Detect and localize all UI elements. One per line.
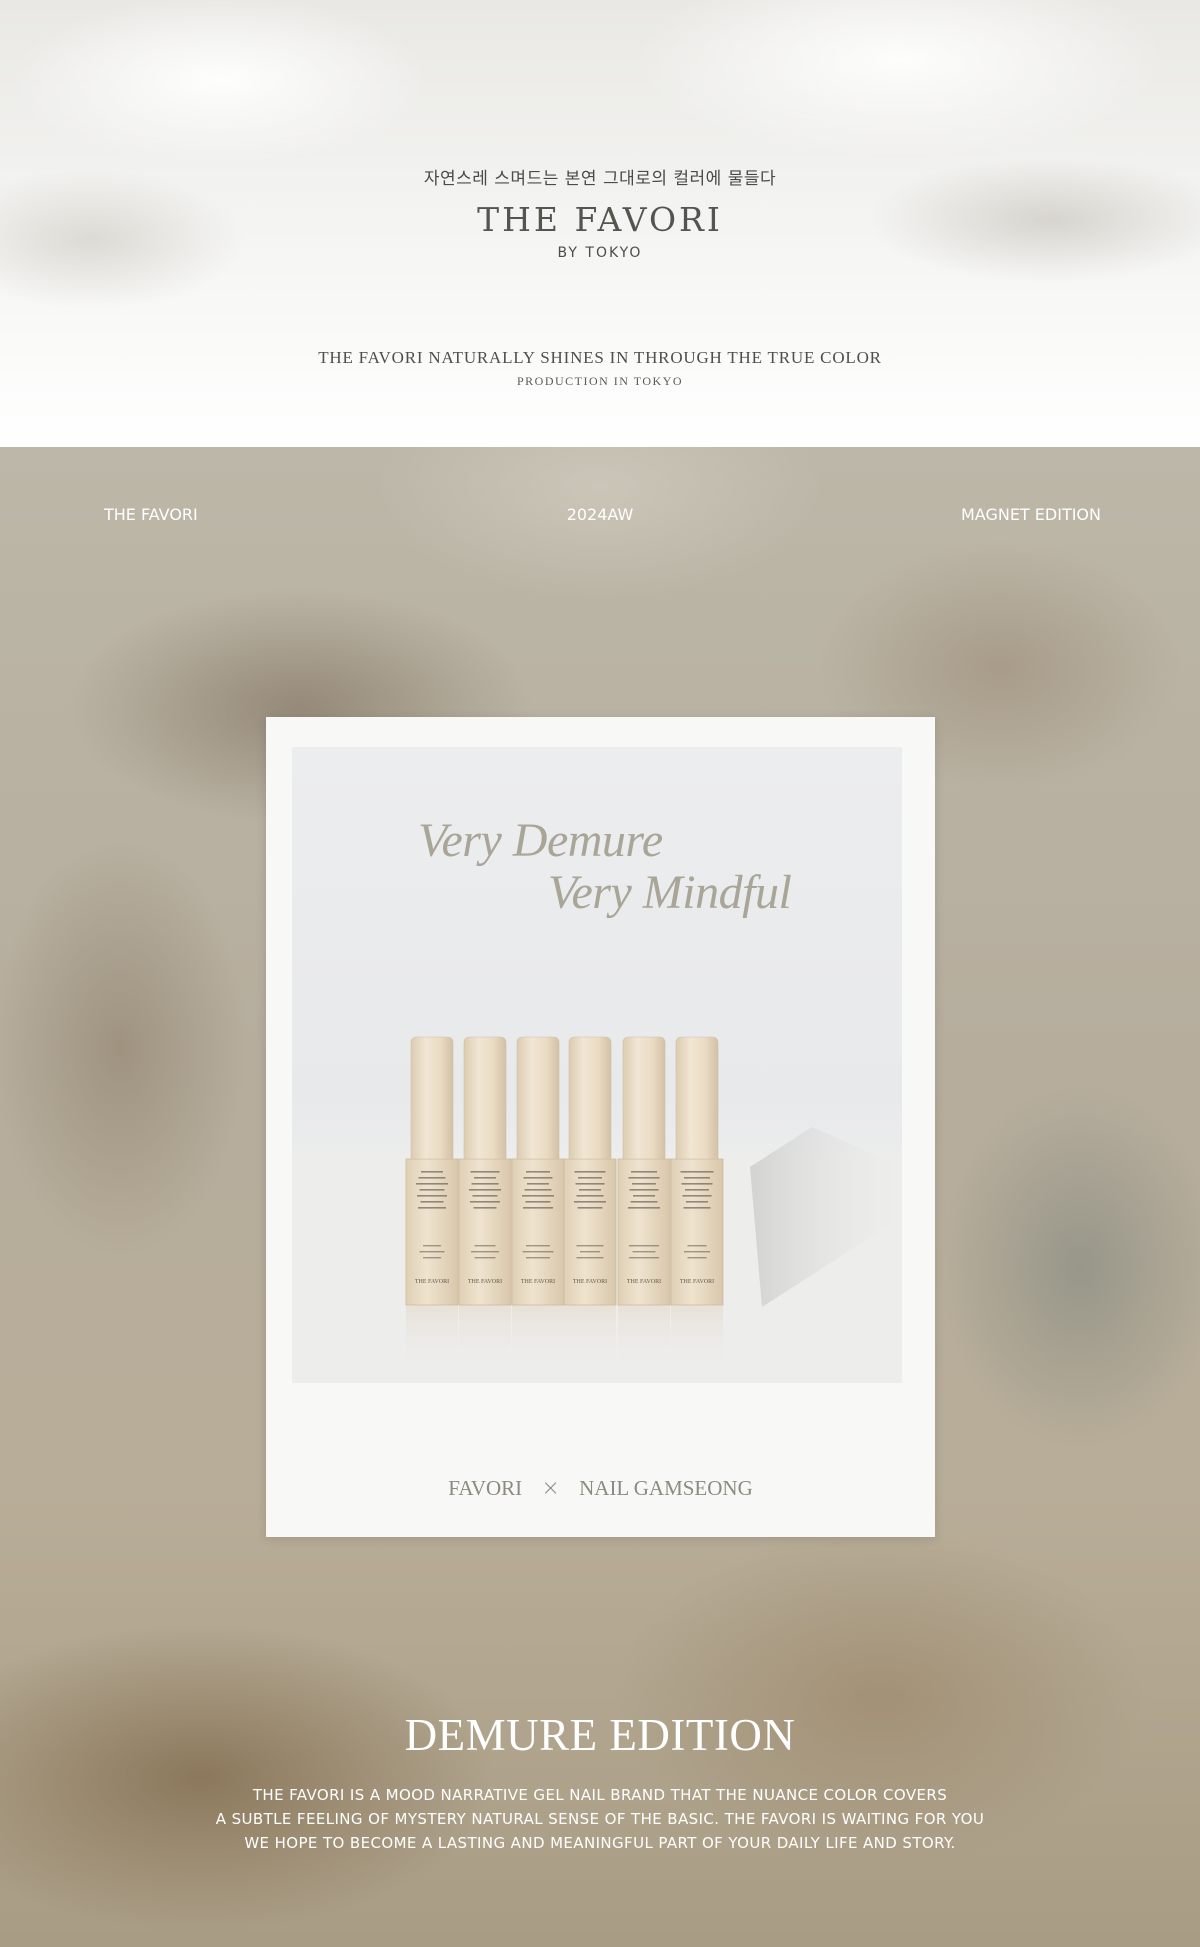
collaboration-caption: FAVORI × NAIL GAMSEONG <box>266 1474 935 1504</box>
brand-logo-subtitle: BY TOKYO <box>557 245 643 261</box>
product-photo: Very Demure Very Mindful THE FAVORI THE … <box>292 747 902 1383</box>
bottle-brand-label: THE FAVORI <box>680 1279 714 1285</box>
hero-korean-subtitle: 자연스레 스며드는 본연 그대로의 컬러에 물들다 <box>423 169 777 189</box>
nail-polish-bottle: THE FAVORI <box>511 1036 565 1375</box>
edition-title: DEMURE EDITION <box>404 1710 796 1760</box>
nail-polish-bottle: THE FAVORI <box>458 1036 512 1375</box>
hero-tagline-subtitle: PRODUCTION IN TOKYO <box>516 374 684 388</box>
bottle-brand-label: THE FAVORI <box>521 1279 555 1285</box>
edition-description: THE FAVORI IS A MOOD NARRATIVE GEL NAIL … <box>0 1783 1200 1855</box>
bottle-brand-label: THE FAVORI <box>627 1279 661 1285</box>
nail-polish-bottle: THE FAVORI <box>670 1036 724 1375</box>
nail-polish-bottle: THE FAVORI <box>617 1036 671 1375</box>
bottle-brand-label: THE FAVORI <box>468 1279 502 1285</box>
bottle-brand-label: THE FAVORI <box>415 1279 449 1285</box>
collaboration-x-icon: × <box>541 1475 560 1501</box>
hero-banner: 자연스레 스며드는 본연 그대로의 컬러에 물들다 THE FAVORI BY … <box>0 0 1200 447</box>
nail-polish-bottles-image: THE FAVORI THE FAVORI THE FAVORI THE FAVORI… <box>292 1036 902 1383</box>
brand-logo: THE FAVORI <box>477 200 723 239</box>
meta-row: THE FAVORI 2024AW MAGNET EDITION <box>0 505 1200 529</box>
edition-description-line: WE HOPE TO BECOME A LASTING AND MEANINGF… <box>244 1834 956 1852</box>
meta-edition: MAGNET EDITION <box>960 505 1101 524</box>
hero-tagline: THE FAVORI NATURALLY SHINES IN THROUGH T… <box>318 348 882 367</box>
edition-description-line: A SUBTLE FEELING OF MYSTERY NATURAL SENS… <box>215 1810 985 1828</box>
caption-brand-left: FAVORI <box>448 1475 523 1500</box>
nail-polish-bottle: THE FAVORI <box>563 1036 617 1375</box>
caption-brand-right: NAIL GAMSEONG <box>579 1475 753 1500</box>
bottle-brand-label: THE FAVORI <box>573 1279 607 1285</box>
edition-description-line: THE FAVORI IS A MOOD NARRATIVE GEL NAIL … <box>252 1786 948 1804</box>
edition-section: THE FAVORI 2024AW MAGNET EDITION Very De… <box>0 447 1200 1947</box>
nail-polish-bottle: THE FAVORI <box>405 1036 459 1375</box>
polaroid-card: Very Demure Very Mindful THE FAVORI THE … <box>266 717 935 1537</box>
